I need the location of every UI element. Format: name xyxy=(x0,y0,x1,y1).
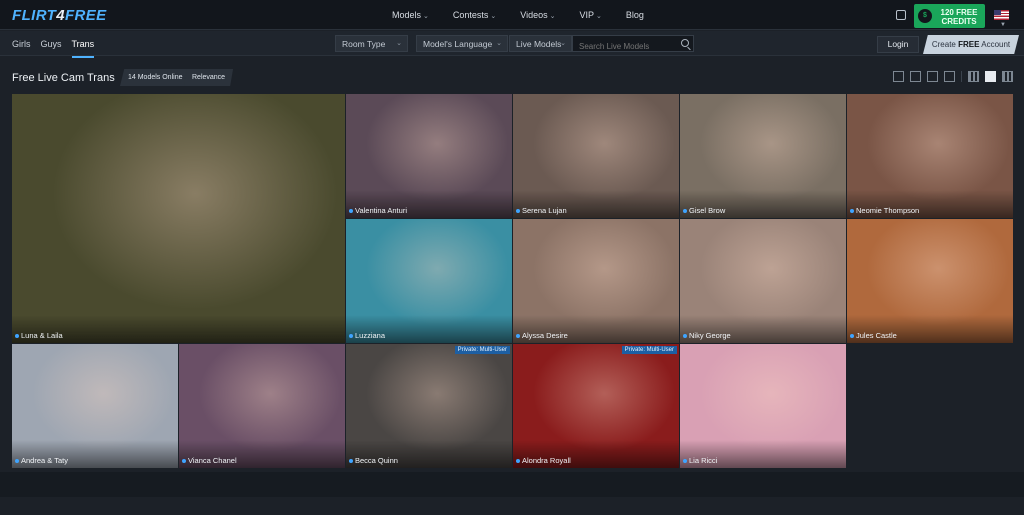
model-name: Alyssa Desire xyxy=(522,331,568,340)
chevron-down-icon: ⌄ xyxy=(423,13,429,20)
model-tile[interactable]: Andrea & Taty xyxy=(12,344,178,468)
page-title: Free Live Cam Trans xyxy=(12,72,115,84)
credits-amount: 120 xyxy=(940,8,954,17)
online-status-icon xyxy=(15,334,19,338)
search-icon[interactable] xyxy=(681,39,689,47)
mobile-icon[interactable] xyxy=(893,71,904,82)
view-options xyxy=(893,71,1013,82)
model-tile[interactable]: Luzziana xyxy=(346,219,512,343)
online-status-icon xyxy=(683,334,687,338)
model-tile[interactable]: Serena Lujan xyxy=(513,94,679,218)
nav-models[interactable]: Models ⌄ xyxy=(392,10,429,20)
online-status-icon xyxy=(850,209,854,213)
online-status-icon xyxy=(15,459,19,463)
model-tile[interactable]: Luna & Laila xyxy=(12,94,345,343)
category-nav: Girls Guys Trans xyxy=(12,39,95,58)
coin-icon: $ xyxy=(918,9,932,23)
search-box xyxy=(572,35,694,54)
model-name: Vianca Chanel xyxy=(188,456,237,465)
chevron-down-icon: ⌄ xyxy=(490,13,497,20)
hd-icon[interactable] xyxy=(944,71,955,82)
model-tile[interactable]: Valentina Anturi xyxy=(346,94,512,218)
chevron-down-icon: ⌄ xyxy=(496,40,502,47)
main-nav: Models ⌄ Contests ⌄ Videos ⌄ VIP ⌄ Blog xyxy=(392,10,644,20)
model-tile[interactable]: Private: Multi-User Becca Quinn xyxy=(346,344,512,468)
chevron-down-icon: ⌄ xyxy=(396,40,402,47)
online-status-icon xyxy=(516,334,520,338)
model-name: Niky George xyxy=(689,331,731,340)
chevron-down-icon: ⌄ xyxy=(560,40,566,47)
online-count-badge: 14 Models Online xyxy=(120,69,191,86)
grid-medium-icon[interactable] xyxy=(985,71,996,82)
model-tile[interactable]: Lia Ricci xyxy=(680,344,846,468)
model-name: Valentina Anturi xyxy=(355,206,407,215)
credits-button[interactable]: $ 120 FREE CREDITS xyxy=(914,4,985,28)
model-name: Luzziana xyxy=(355,331,386,340)
sort-badge[interactable]: Relevance xyxy=(184,69,234,86)
online-status-icon xyxy=(516,459,520,463)
language-dropdown[interactable]: Model's Language ⌄ xyxy=(416,35,508,52)
model-name: Serena Lujan xyxy=(522,206,567,215)
live-models-dropdown[interactable]: Live Models ⌄ xyxy=(509,35,572,52)
calendar-icon[interactable] xyxy=(896,10,906,20)
category-girls[interactable]: Girls xyxy=(12,39,31,58)
models-grid: Luna & Laila Valentina Anturi Serena Luj… xyxy=(12,94,1013,468)
model-name: Neomie Thompson xyxy=(856,206,920,215)
chevron-down-icon: ▼ xyxy=(1000,22,1006,28)
divider xyxy=(961,71,962,82)
private-badge: Private: Multi-User xyxy=(621,346,677,354)
us-flag-icon[interactable] xyxy=(994,10,1009,20)
private-badge: Private: Multi-User xyxy=(454,346,510,354)
chevron-down-icon: ⌄ xyxy=(596,13,602,20)
model-name: Becca Quinn xyxy=(355,456,398,465)
login-button[interactable]: Login xyxy=(877,36,919,53)
search-input[interactable] xyxy=(573,39,677,54)
model-tile[interactable]: Alyssa Desire xyxy=(513,219,679,343)
site-logo[interactable]: FLIRT4FREE xyxy=(12,7,107,24)
model-tile[interactable]: Gisel Brow xyxy=(680,94,846,218)
online-status-icon xyxy=(850,334,854,338)
category-trans[interactable]: Trans xyxy=(71,39,95,58)
online-status-icon xyxy=(516,209,520,213)
online-status-icon xyxy=(182,459,186,463)
model-name: Jules Castle xyxy=(856,331,897,340)
category-guys[interactable]: Guys xyxy=(41,39,62,58)
desktop-icon[interactable] xyxy=(910,71,921,82)
model-tile[interactable]: Jules Castle xyxy=(847,219,1013,343)
model-name: Lia Ricci xyxy=(689,456,718,465)
model-tile[interactable]: Niky George xyxy=(680,219,846,343)
credits-free: FREE xyxy=(956,8,978,17)
model-tile[interactable]: Neomie Thompson xyxy=(847,94,1013,218)
online-status-icon xyxy=(683,459,687,463)
model-tile[interactable]: Vianca Chanel xyxy=(179,344,345,468)
grid-large-icon[interactable] xyxy=(1002,71,1013,82)
online-status-icon xyxy=(349,459,353,463)
sub-bar: Girls Guys Trans Room Type ⌄ Model's Lang… xyxy=(0,31,1024,58)
nav-contests[interactable]: Contests ⌄ xyxy=(453,10,496,20)
top-bar: FLIRT4FREE Models ⌄ Contests ⌄ Videos ⌄ VIP… xyxy=(0,0,1024,30)
nav-blog[interactable]: Blog xyxy=(626,10,644,20)
model-name: Luna & Laila xyxy=(21,331,63,340)
nav-vip[interactable]: VIP ⌄ xyxy=(580,10,602,20)
model-name: Gisel Brow xyxy=(689,206,726,215)
nav-videos[interactable]: Videos ⌄ xyxy=(520,10,555,20)
room-type-dropdown[interactable]: Room Type ⌄ xyxy=(335,35,408,52)
online-status-icon xyxy=(683,209,687,213)
credits-unit: CREDITS xyxy=(941,17,977,26)
create-account-button[interactable]: Create FREE Account xyxy=(923,35,1019,54)
page-bottom xyxy=(0,497,1024,515)
grid-small-icon[interactable] xyxy=(968,71,979,82)
online-status-icon xyxy=(349,209,353,213)
model-tile[interactable]: Private: Multi-User Alondra Royall xyxy=(513,344,679,468)
footer xyxy=(0,472,1024,497)
model-name: Alondra Royall xyxy=(522,456,571,465)
gender-icon[interactable] xyxy=(927,71,938,82)
model-thumbnail xyxy=(12,94,345,343)
online-status-icon xyxy=(349,334,353,338)
chevron-down-icon: ⌄ xyxy=(549,13,556,20)
model-name: Andrea & Taty xyxy=(21,456,68,465)
